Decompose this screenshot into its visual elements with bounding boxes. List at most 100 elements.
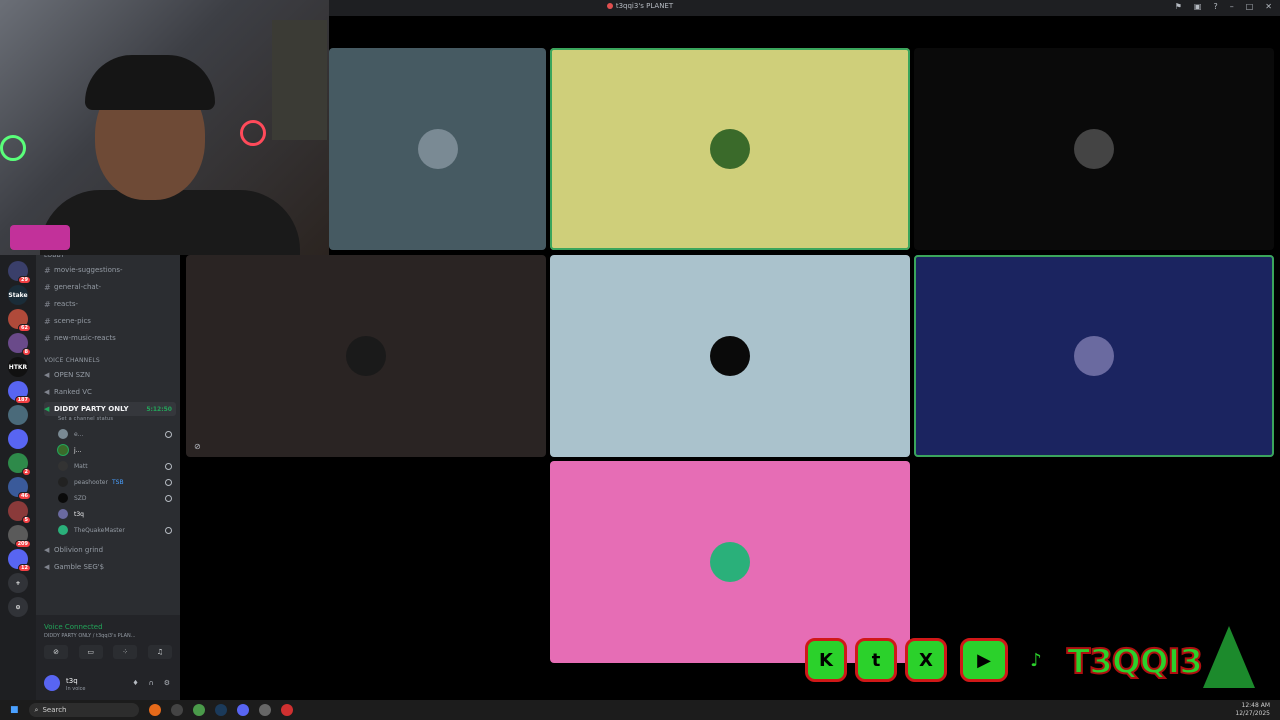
avatar xyxy=(710,129,750,169)
clock-time: 12:48 AM xyxy=(1241,702,1270,709)
mention-badge: 46 xyxy=(18,492,31,500)
voice-user[interactable]: Matt xyxy=(58,459,176,473)
voice-user[interactable]: SZD xyxy=(58,491,176,505)
voice-user[interactable]: j... xyxy=(58,443,176,457)
xbox-icon xyxy=(165,526,172,534)
voice-tile[interactable] xyxy=(914,48,1274,250)
voice-tile[interactable] xyxy=(550,255,910,457)
avatar xyxy=(417,129,458,169)
camera-off-icon[interactable]: ⊘ xyxy=(44,645,68,659)
avatar xyxy=(1074,336,1114,376)
help-icon[interactable]: ? xyxy=(1213,2,1217,11)
server-icon[interactable]: 29 xyxy=(8,261,31,284)
firefox-icon[interactable] xyxy=(148,704,161,716)
channel-label: Oblivion grind xyxy=(54,546,104,554)
user-controls: ♦ ∩ ⚙ xyxy=(132,679,170,687)
hash-icon: # xyxy=(44,299,51,309)
discord-icon[interactable] xyxy=(236,704,249,716)
server-icon xyxy=(606,3,613,9)
voice-tile[interactable] xyxy=(550,48,910,250)
voice-user[interactable]: peashooter TSB xyxy=(58,475,176,489)
server-icon[interactable]: 46 xyxy=(8,477,31,500)
app-icon[interactable] xyxy=(258,704,271,716)
activities-icon[interactable]: ⁘ xyxy=(113,645,138,659)
voice-tile[interactable]: ⊘ xyxy=(186,255,546,457)
avatar xyxy=(58,493,68,503)
twitch-icon: t xyxy=(855,638,897,682)
server-icon[interactable]: ⊙ xyxy=(8,597,28,617)
voice-user[interactable]: e... xyxy=(58,427,176,441)
voice-channel-active[interactable]: ◀ DIDDY PARTY ONLY 5:12:50 xyxy=(44,402,176,416)
app-icon[interactable] xyxy=(170,704,183,716)
avatar xyxy=(58,429,68,439)
streamer-beanie xyxy=(85,55,215,110)
screen-icon[interactable]: ▣ xyxy=(1194,2,1202,11)
youtube-icon: ▶ xyxy=(960,638,1008,682)
server-icon[interactable]: 8 xyxy=(8,333,31,356)
voice-category[interactable]: VOICE CHANNELS xyxy=(44,357,100,364)
xbox-icon xyxy=(165,478,172,486)
server-icon[interactable]: 12 xyxy=(8,549,31,572)
avatar[interactable] xyxy=(44,675,60,691)
obs-icon[interactable] xyxy=(280,704,293,716)
screen-share-icon[interactable]: ▭ xyxy=(78,645,103,659)
voice-tile[interactable] xyxy=(329,48,546,250)
server-icon[interactable]: 5 xyxy=(8,501,31,524)
mic-icon[interactable]: ♦ xyxy=(132,679,138,687)
channel-sidebar: LOBBY # movie-suggestions- # general-chat-… xyxy=(36,252,180,700)
speaker-icon: ◀ xyxy=(44,388,50,396)
steam-icon[interactable] xyxy=(214,704,227,716)
channel-movie-suggestions[interactable]: # movie-suggestions- xyxy=(44,263,176,277)
windows-start-icon[interactable]: ■ xyxy=(10,705,19,715)
channel-reacts[interactable]: # reacts- xyxy=(44,297,176,311)
server-icon[interactable] xyxy=(8,429,28,449)
voice-user-name: t3q xyxy=(74,510,84,518)
avatar xyxy=(58,477,68,487)
channel-status-link[interactable]: Set a channel status xyxy=(58,416,113,422)
taskbar-search[interactable]: ⌕ Search xyxy=(28,703,139,717)
streamer-handle: T3QQI3 xyxy=(1066,641,1204,683)
ornament-light xyxy=(0,135,26,161)
hash-icon: # xyxy=(44,333,51,343)
soundboard-icon[interactable]: ♫ xyxy=(147,645,172,659)
gear-icon[interactable]: ⚙ xyxy=(164,679,170,687)
voice-user[interactable]: TheQuakeMaster xyxy=(58,523,176,537)
voice-channel-open-szn[interactable]: ◀ OPEN SZN xyxy=(44,368,176,382)
channel-new-music-reacts[interactable]: # new-music-reacts xyxy=(44,331,176,345)
channel-scene-pics[interactable]: # scene-pics xyxy=(44,314,176,328)
server-label: + xyxy=(15,579,21,587)
channel-label: movie-suggestions- xyxy=(54,266,123,274)
user-name[interactable]: t3q xyxy=(66,677,78,685)
mention-badge: 5 xyxy=(21,516,31,524)
voice-location[interactable]: DIDDY PARTY ONLY / t3qqi3's PLAN... xyxy=(44,633,136,639)
voice-user-name: SZD xyxy=(74,494,87,502)
mention-badge: 62 xyxy=(18,324,31,332)
avatar xyxy=(710,542,750,582)
voice-channel-oblivion-grind[interactable]: ◀ Oblivion grind xyxy=(44,543,176,557)
channel-label: Ranked VC xyxy=(54,388,92,396)
server-icon[interactable]: Stake xyxy=(8,285,28,305)
server-icon[interactable]: HTKR xyxy=(8,357,28,377)
inbox-icon[interactable]: ⚑ xyxy=(1175,2,1182,11)
system-tray-clock[interactable]: 12:48 AM 12/27/2025 xyxy=(1235,702,1270,718)
server-icon[interactable]: 2 xyxy=(8,453,31,476)
minimize-icon[interactable]: – xyxy=(1230,2,1234,11)
chrome-icon[interactable] xyxy=(192,704,205,716)
server-label: ⊙ xyxy=(15,603,21,611)
server-icon[interactable]: 62 xyxy=(8,309,31,332)
server-icon[interactable] xyxy=(8,405,28,425)
webcam-overlay xyxy=(0,0,329,255)
voice-tile[interactable] xyxy=(914,255,1274,457)
close-icon[interactable]: ✕ xyxy=(1265,2,1272,11)
mention-badge: 209 xyxy=(14,540,31,548)
maximize-icon[interactable]: □ xyxy=(1246,2,1254,11)
server-icon[interactable]: 187 xyxy=(8,381,31,404)
voice-channel-gamble[interactable]: ◀ Gamble SEG'$ xyxy=(44,560,176,574)
voice-user[interactable]: t3q xyxy=(58,507,176,521)
mention-badge: 2 xyxy=(21,468,31,476)
channel-general-chat[interactable]: # general-chat- xyxy=(44,280,176,294)
server-icon[interactable]: + xyxy=(8,573,28,593)
voice-channel-ranked-vc[interactable]: ◀ Ranked VC xyxy=(44,385,176,399)
headphones-icon[interactable]: ∩ xyxy=(149,679,154,687)
server-icon[interactable]: 209 xyxy=(8,525,31,548)
